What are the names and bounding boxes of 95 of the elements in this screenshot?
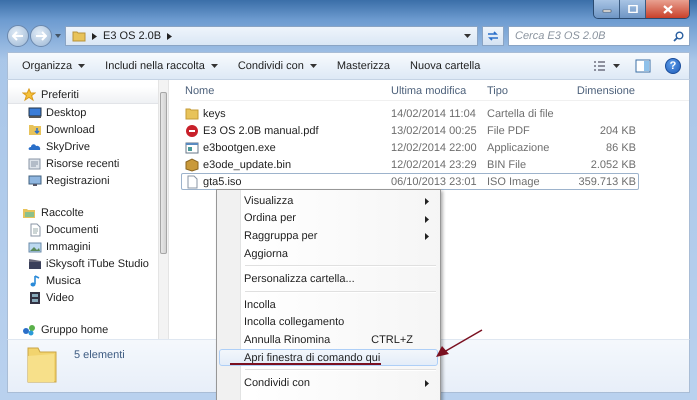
homegroup-icon [22, 322, 36, 336]
toolbar-button[interactable]: Includi nella raccolta [97, 57, 226, 75]
close-button[interactable] [646, 0, 689, 18]
date-cell: 14/02/2014 11:04 [391, 108, 476, 120]
application-icon [185, 140, 199, 154]
column-header[interactable]: Tipo [483, 85, 575, 97]
sidebar-item[interactable]: Musica [8, 272, 158, 289]
back-button[interactable] [7, 25, 29, 47]
maximize-button[interactable] [620, 0, 646, 18]
sidebar-item[interactable]: iSkysoft iTube Studio [8, 255, 158, 272]
file-row[interactable]: e3bootgen.exe 12/02/2014 22:00 Applicazione 86 KB [181, 139, 639, 156]
pdf-icon [185, 124, 199, 138]
sidebar-item[interactable]: Immagini [8, 238, 158, 255]
menu-item[interactable]: Incolla [219, 296, 438, 314]
sidebar-group[interactable]: Raccolte [8, 204, 158, 221]
refresh-button[interactable] [482, 26, 504, 46]
file-name: E3 OS 2.0B manual.pdf [203, 124, 319, 136]
type-cell: Cartella di file [487, 108, 554, 120]
folder-icon [72, 30, 86, 42]
size-cell: 204 KB [600, 124, 636, 136]
toolbar-button[interactable]: Masterizza [328, 57, 398, 75]
size-cell: 86 KB [606, 142, 636, 154]
menu-item[interactable]: Raggruppa per [219, 227, 438, 245]
desktop-icon [28, 106, 42, 120]
maximize-icon [628, 5, 638, 13]
chevron-icon [167, 32, 172, 40]
sidebar-item[interactable]: Documenti [8, 221, 158, 238]
film-icon [28, 290, 42, 304]
view-options-button[interactable] [593, 60, 621, 72]
shortcut-text: CTRL+Z [371, 334, 413, 346]
file-name: e3ode_update.bin [203, 158, 292, 170]
menu-item[interactable]: Condividi con [219, 374, 438, 392]
column-header[interactable]: Nome [181, 85, 387, 97]
search-icon [673, 31, 684, 42]
menu-item[interactable]: Annulla Rinomina CTRL+Z [219, 331, 438, 349]
type-cell: File PDF [487, 124, 530, 136]
picture-icon [28, 240, 42, 254]
document-icon [28, 156, 42, 170]
sidebar-group[interactable]: Preferiti [8, 86, 158, 104]
file-row[interactable]: keys 14/02/2014 11:04 Cartella di file [181, 105, 639, 122]
toolbar-button[interactable]: Organizza [14, 57, 94, 75]
file-row[interactable]: e3ode_update.bin 12/02/2014 23:29 BIN File 2.052 KB [181, 156, 639, 173]
menu-item[interactable]: Apri finestra di comando qui [219, 348, 438, 366]
type-cell: ISO Image [487, 176, 540, 188]
file-name: gta5.iso [203, 176, 242, 188]
chevron-icon [92, 32, 97, 40]
menu-item[interactable]: Incolla collegamento [219, 314, 438, 332]
forward-button[interactable] [30, 25, 52, 47]
minimize-button[interactable] [594, 0, 620, 18]
file-icon [185, 174, 199, 188]
breadcrumb[interactable]: E3 OS 2.0B [103, 30, 162, 42]
file-row[interactable]: E3 OS 2.0B manual.pdf 13/02/2014 00:25 File PDF 204 KB [181, 122, 639, 139]
size-cell: 2.052 KB [590, 158, 636, 170]
type-cell: BIN File [487, 158, 526, 170]
sidebar-item[interactable]: Desktop [8, 104, 158, 121]
item-count: 5 elementi [74, 349, 125, 361]
left-arrow-icon [12, 31, 24, 41]
caret-icon[interactable] [464, 34, 471, 38]
size-cell: 359.713 KB [578, 176, 636, 188]
toolbar-button[interactable]: Condividi con [230, 57, 325, 75]
search-field[interactable]: Cerca E3 OS 2.0B [508, 26, 690, 46]
folder-icon [185, 106, 199, 120]
date-cell: 06/10/2013 23:01 [391, 176, 477, 188]
sidebar-item[interactable]: Video [8, 289, 158, 306]
sidebar-group[interactable]: Gruppo home [8, 321, 158, 338]
menu-item[interactable]: Visualizza [219, 192, 438, 210]
date-cell: 12/02/2014 22:00 [391, 142, 477, 154]
type-cell: Applicazione [487, 142, 550, 154]
date-cell: 13/02/2014 00:25 [391, 124, 477, 136]
sidebar-item[interactable]: Download [8, 121, 158, 138]
document-icon [28, 222, 42, 236]
close-icon [662, 4, 672, 14]
toolbar-button[interactable]: Nuova cartella [402, 57, 488, 75]
clapperboard-icon [28, 256, 42, 270]
monitor-icon [28, 174, 42, 188]
preview-pane-button[interactable] [635, 59, 651, 73]
menu-item[interactable]: Ordina per [219, 210, 438, 228]
sidebar-item[interactable]: Registrazioni [8, 172, 158, 189]
star-icon [22, 88, 36, 102]
menu-item[interactable]: Aggiorna [219, 244, 438, 262]
menu-item[interactable]: Personalizza cartella... [219, 270, 438, 288]
refresh-icon [486, 30, 500, 42]
sidebar-item[interactable]: Risorse recenti [8, 155, 158, 172]
date-cell: 12/02/2014 23:29 [391, 158, 477, 170]
address-bar[interactable]: E3 OS 2.0B [65, 26, 478, 46]
column-header[interactable]: Dimensione [575, 85, 635, 97]
sidebar-item[interactable]: SkyDrive [8, 138, 158, 155]
package-icon [185, 158, 199, 172]
music-note-icon [28, 274, 42, 288]
right-arrow-icon [35, 31, 47, 41]
folder-icon [28, 122, 42, 136]
scrollbar[interactable] [158, 80, 169, 339]
file-name: keys [203, 108, 226, 120]
file-name: e3bootgen.exe [203, 142, 276, 154]
column-header[interactable]: Ultima modifica [387, 85, 483, 97]
